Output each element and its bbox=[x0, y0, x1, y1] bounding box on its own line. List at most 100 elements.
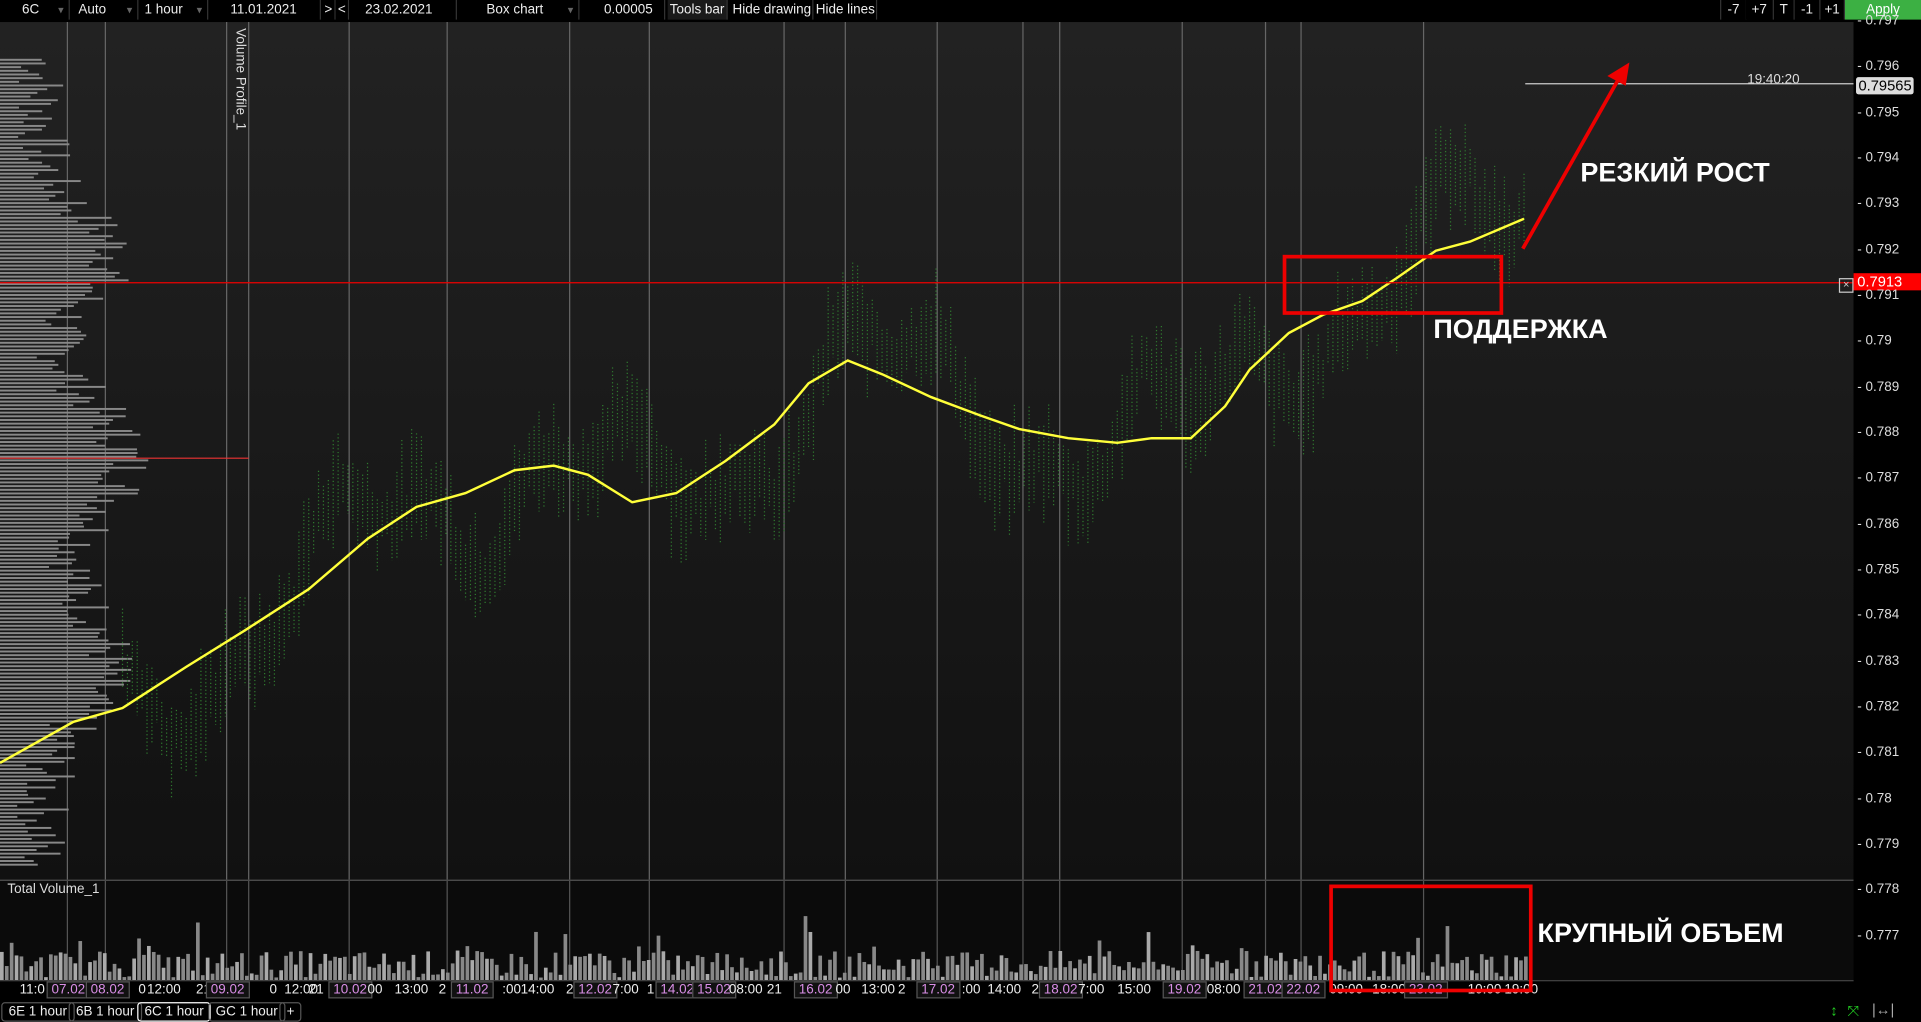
volume-profile-bar bbox=[0, 804, 18, 807]
volume-bar bbox=[901, 965, 906, 982]
today-button[interactable]: T bbox=[1773, 0, 1795, 20]
tab-6b[interactable]: 6B 1 hour bbox=[68, 1002, 142, 1022]
volume-bar bbox=[1298, 961, 1303, 982]
plus7-button[interactable]: +7 bbox=[1745, 0, 1774, 20]
remove-level-icon[interactable]: × bbox=[1838, 278, 1854, 293]
volume-profile-bar bbox=[0, 382, 66, 385]
volume-bar bbox=[34, 961, 38, 982]
volume-bar bbox=[1185, 953, 1190, 982]
price-chart-svg bbox=[0, 22, 1854, 880]
volume-bar bbox=[1190, 945, 1195, 982]
price-tick: - 0.785 bbox=[1857, 562, 1900, 577]
volume-bar bbox=[911, 959, 916, 982]
volume-profile-bar bbox=[0, 808, 69, 811]
volume-profile-bar bbox=[0, 147, 23, 149]
volume-profile-bar bbox=[0, 661, 119, 664]
volume-profile-bar bbox=[0, 764, 27, 767]
hide-lines-button[interactable]: Hide lines bbox=[814, 0, 878, 20]
volume-profile-bar bbox=[0, 143, 70, 146]
volume-bar bbox=[676, 955, 680, 982]
volume-profile-bar bbox=[0, 492, 138, 495]
volume-bar bbox=[784, 962, 788, 982]
hide-drawing-button[interactable]: Hide drawing bbox=[731, 0, 814, 20]
volume-profile-bar bbox=[0, 621, 86, 624]
tick-size-stepper[interactable]: 0.00005 bbox=[581, 0, 666, 20]
volume-bar bbox=[450, 963, 455, 982]
volume-bar bbox=[646, 959, 651, 982]
vertical-zoom-icon[interactable]: ↕ bbox=[1830, 1002, 1837, 1019]
volume-bar bbox=[828, 959, 832, 982]
plus1-button[interactable]: +1 bbox=[1820, 0, 1846, 20]
volume-profile-bar bbox=[0, 577, 90, 579]
volume-profile-bar bbox=[0, 400, 90, 403]
volume-bar bbox=[352, 956, 357, 982]
time-tick: 2 bbox=[897, 982, 906, 998]
scale-select[interactable]: Auto bbox=[72, 0, 139, 20]
volume-profile-bar bbox=[0, 815, 18, 818]
volume-profile-bar bbox=[0, 338, 84, 341]
date-from-input[interactable]: 11.01.2021 bbox=[210, 0, 321, 20]
volume-profile-bar bbox=[0, 503, 88, 506]
support-annotation: ПОДДЕРЖКА bbox=[1433, 313, 1608, 345]
volume-profile-bar bbox=[0, 485, 125, 488]
price-tick: - 0.78 bbox=[1857, 790, 1892, 806]
volume-profile-bar bbox=[0, 779, 56, 782]
volume-profile-bar bbox=[0, 771, 47, 774]
volume-bar bbox=[455, 950, 460, 982]
volume-bar bbox=[58, 952, 63, 982]
volume-bar bbox=[833, 951, 837, 982]
volume-profile-bar bbox=[0, 294, 85, 296]
volume-panel[interactable]: Total Volume_1 КРУПНЫЙ ОБЪЕМ bbox=[0, 879, 1854, 993]
volume-profile-bar bbox=[0, 731, 71, 734]
volume-bar bbox=[1215, 961, 1219, 982]
volume-bar bbox=[156, 954, 161, 982]
tab-6c[interactable]: 6C 1 hour bbox=[137, 1002, 212, 1022]
price-axis[interactable]: 0.79565 0.7913 - 0.797- 0.796- 0.795- 0.… bbox=[1853, 13, 1921, 981]
volume-profile-bar bbox=[0, 768, 43, 771]
symbol-select[interactable]: 6C bbox=[0, 0, 70, 20]
fit-icon[interactable]: ⤧ bbox=[1847, 1002, 1859, 1020]
add-tab-button[interactable]: + bbox=[279, 1002, 302, 1022]
volume-bar bbox=[1239, 948, 1244, 982]
price-tick: - 0.782 bbox=[1857, 699, 1900, 715]
volume-profile-bar bbox=[0, 624, 73, 627]
chart-type-select[interactable]: Box chart bbox=[459, 0, 580, 20]
price-chart-area[interactable]: Volume Profile_1 19:40:20 × РЕЗКИЙ РОСТ … bbox=[0, 22, 1854, 880]
volume-bar bbox=[980, 953, 984, 982]
next-button[interactable]: > bbox=[322, 0, 336, 20]
volume-bar bbox=[1225, 960, 1229, 982]
tab-gc[interactable]: GC 1 hour bbox=[208, 1002, 286, 1022]
volume-bar bbox=[862, 961, 867, 982]
volume-bar bbox=[779, 951, 783, 982]
volume-profile-bar bbox=[0, 183, 54, 186]
volume-profile-bar bbox=[0, 319, 46, 322]
volume-profile-bar bbox=[0, 610, 68, 613]
tools-bar-button[interactable]: Tools bar bbox=[667, 0, 728, 20]
volume-bar bbox=[1087, 955, 1092, 982]
prev-button[interactable]: < bbox=[335, 0, 350, 20]
volume-profile-bar bbox=[0, 690, 99, 693]
volume-profile-bar bbox=[0, 650, 106, 653]
timeframe-select[interactable]: 1 hour bbox=[140, 0, 209, 20]
volume-profile-bar bbox=[0, 845, 48, 848]
minus7-button[interactable]: -7 bbox=[1720, 0, 1747, 20]
horizontal-scroll-icon[interactable]: |↔| bbox=[1872, 1001, 1894, 1018]
volume-profile-bar bbox=[0, 415, 126, 418]
volume-profile-bar bbox=[0, 617, 78, 620]
volume-bar bbox=[485, 958, 489, 982]
volume-bar bbox=[666, 960, 671, 982]
date-to-input[interactable]: 23.02.2021 bbox=[349, 0, 457, 20]
minus1-button[interactable]: -1 bbox=[1794, 0, 1821, 20]
volume-profile-bar bbox=[0, 209, 72, 212]
volume-bar bbox=[1279, 952, 1283, 982]
volume-profile-bar bbox=[0, 830, 28, 833]
time-axis[interactable]: 11:0 07.02 08.02 0 12:00 21 09.02 0 12:00 21 10.02… bbox=[0, 980, 1854, 1001]
time-tick: 10.02 bbox=[328, 981, 372, 999]
volume-profile-bar bbox=[0, 161, 43, 164]
time-tick: :00 bbox=[502, 982, 522, 998]
volume-bar bbox=[176, 956, 181, 982]
volume-bar bbox=[235, 961, 239, 982]
volume-bar bbox=[112, 963, 117, 982]
volume-profile-bar bbox=[0, 709, 112, 712]
tab-6e[interactable]: 6E 1 hour bbox=[1, 1002, 75, 1022]
